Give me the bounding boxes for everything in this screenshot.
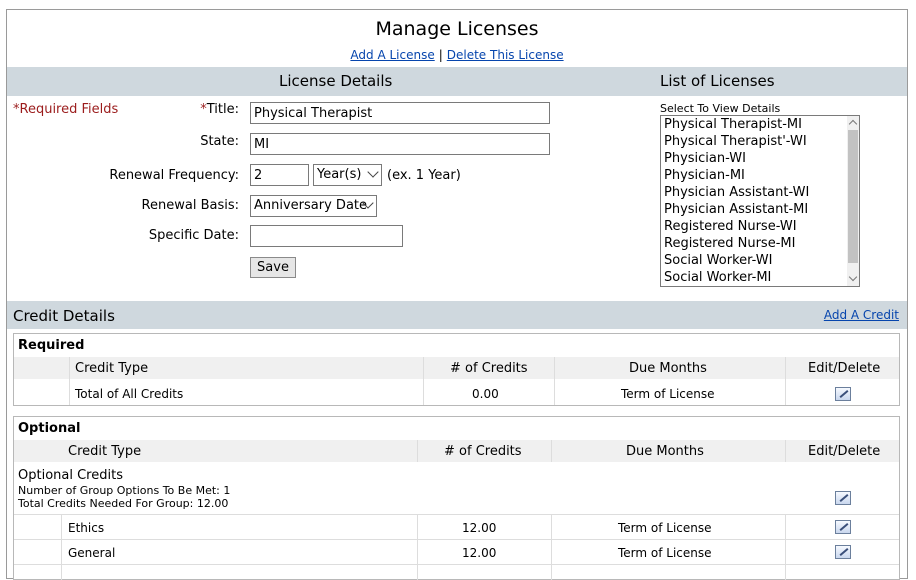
renewal-unit-select[interactable]: Year(s) <box>313 164 382 186</box>
license-item[interactable]: Physician-WI <box>661 150 859 167</box>
due-months-cell: Term of License <box>618 546 712 560</box>
license-item[interactable]: Physician Assistant-MI <box>661 201 859 218</box>
license-item[interactable]: Physical Therapist-MI <box>661 116 859 133</box>
num-credits-cell: 12.00 <box>462 521 497 535</box>
col-edit-delete: Edit/Delete <box>808 361 881 376</box>
credit-details-heading: Credit Details <box>13 307 115 325</box>
due-months-cell: Term of License <box>618 521 712 535</box>
title-label: *Title: <box>157 102 239 117</box>
col-credit-type: Credit Type <box>75 361 149 376</box>
licenses-listbox[interactable]: Physical Therapist-MI Physical Therapist… <box>660 115 860 287</box>
credit-type-cell: Ethics <box>68 521 105 535</box>
renewal-unit-value: Year(s) <box>317 167 362 182</box>
required-table-header: Credit Type # of Credits Due Months Edit… <box>14 357 899 379</box>
state-input[interactable] <box>250 133 550 155</box>
license-item[interactable]: Social Worker-MI <box>661 269 859 286</box>
delete-license-link[interactable]: Delete This License <box>447 48 564 62</box>
renewal-example-hint: (ex. 1 Year) <box>387 168 461 183</box>
renewal-frequency-input[interactable] <box>250 164 309 186</box>
add-credit-link[interactable]: Add A Credit <box>824 308 899 322</box>
license-item[interactable]: Registered Nurse-MI <box>661 235 859 252</box>
col-due-months: Due Months <box>629 361 707 376</box>
license-item[interactable]: Physician-MI <box>661 167 859 184</box>
num-credits-cell: 0.00 <box>472 387 499 401</box>
col-credit-type: Credit Type <box>68 444 142 459</box>
title-label-text: Title: <box>206 102 239 117</box>
scroll-up-icon[interactable] <box>848 119 858 129</box>
details-header-band: License Details List of Licenses <box>7 67 907 96</box>
renewal-basis-label: Renewal Basis: <box>141 198 239 213</box>
group-options-met: Number of Group Options To Be Met: 1 <box>18 484 231 497</box>
renewal-frequency-label: Renewal Frequency: <box>109 168 239 183</box>
credit-type-cell: Total of All Credits <box>75 387 184 401</box>
optional-table-header: Credit Type # of Credits Due Months Edit… <box>14 440 899 462</box>
col-edit-delete: Edit/Delete <box>808 444 881 459</box>
add-license-link[interactable]: Add A License <box>350 48 434 62</box>
edit-icon[interactable] <box>835 491 851 505</box>
license-item[interactable]: Registered Nurse-WI <box>661 218 859 235</box>
renewal-basis-select[interactable]: Anniversary Date <box>250 195 377 217</box>
credit-type-cell: General <box>68 546 116 560</box>
chevron-down-icon <box>367 166 379 178</box>
col-due-months: Due Months <box>626 444 704 459</box>
scroll-down-icon[interactable] <box>848 272 858 282</box>
edit-icon[interactable] <box>835 545 851 559</box>
select-to-view-label: Select To View Details <box>660 102 781 115</box>
specific-date-input[interactable] <box>250 225 403 247</box>
group-credits-needed: Total Credits Needed For Group: 12.00 <box>18 497 229 510</box>
listbox-scrollbar[interactable] <box>847 116 859 286</box>
list-of-licenses-heading: List of Licenses <box>660 72 775 90</box>
license-item[interactable]: Social Worker-WI <box>661 252 859 269</box>
save-button[interactable]: Save <box>250 257 296 278</box>
required-fields-note: *Required Fields <box>13 102 119 117</box>
link-separator: | <box>438 48 443 62</box>
num-credits-cell: 12.00 <box>462 546 497 560</box>
license-item[interactable]: Physician Assistant-WI <box>661 184 859 201</box>
renewal-basis-value: Anniversary Date <box>254 198 368 213</box>
optional-credits-table: Optional Credit Type # of Credits Due Mo… <box>13 416 900 580</box>
license-details-heading: License Details <box>279 72 393 90</box>
header-links: Add A License | Delete This License <box>7 48 907 62</box>
col-num-credits: # of Credits <box>444 444 522 459</box>
due-months-cell: Term of License <box>621 387 715 401</box>
edit-icon[interactable] <box>835 520 851 534</box>
required-heading: Required <box>18 338 85 353</box>
group-name: Optional Credits <box>18 468 123 483</box>
specific-date-label: Specific Date: <box>148 228 239 243</box>
edit-icon[interactable] <box>835 387 851 401</box>
state-label: State: <box>200 134 239 149</box>
title-input[interactable] <box>250 102 550 124</box>
required-credits-table: Required Credit Type # of Credits Due Mo… <box>13 333 900 406</box>
license-item[interactable]: Physical Therapist'-WI <box>661 133 859 150</box>
page-title: Manage Licenses <box>375 18 539 40</box>
optional-heading: Optional <box>18 421 81 436</box>
scrollbar-thumb[interactable] <box>848 130 858 263</box>
col-num-credits: # of Credits <box>450 361 528 376</box>
manage-licenses-panel: Manage Licenses Add A License | Delete Thi… <box>6 9 908 580</box>
credit-details-band: Credit Details Add A Credit <box>7 301 907 329</box>
